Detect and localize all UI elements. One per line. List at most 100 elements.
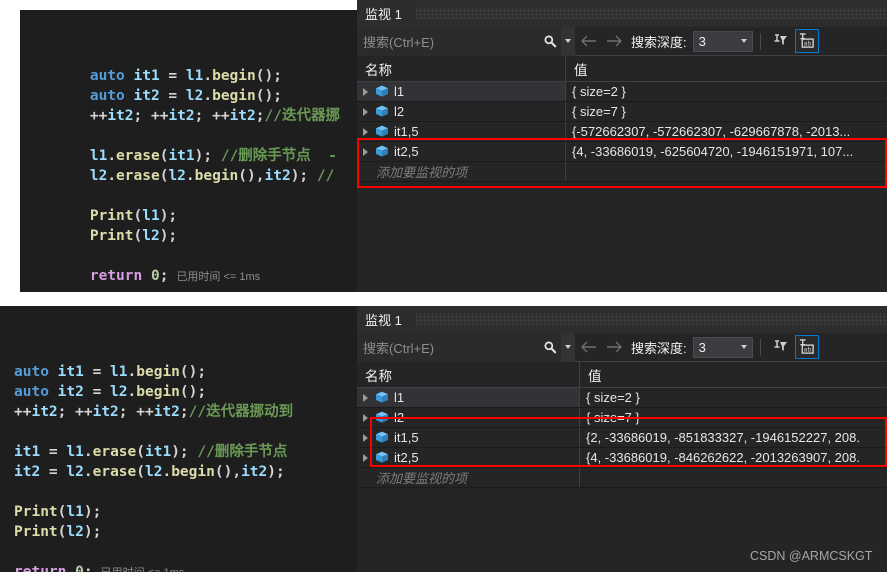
pin-filter-button[interactable] [768,335,792,359]
watch-row-name-cell[interactable]: it2,5 [357,448,580,467]
watch-row-name-cell[interactable]: it1,5 [357,122,566,141]
cube-icon [373,105,391,118]
code-token: ); [171,444,198,460]
code-token: ); [159,228,178,244]
code-token: 0 [75,564,84,572]
column-header-name[interactable]: 名称 [357,56,566,81]
search-next-button[interactable] [601,27,627,56]
table-row[interactable]: l2 { size=7 } [357,408,887,428]
code-editor-bottom[interactable]: auto it1 = l1.begin(); auto it2 = l2.begi… [0,306,357,572]
watch-add-row[interactable]: 添加要监视的项 [357,162,887,182]
watch-grid-rows-bottom: l1 { size=2 } l2 { size=7 } it1,5 {2, -336860… [357,388,887,468]
code-token: l2 [66,524,84,540]
search-icon[interactable] [539,27,561,56]
watch-variable-value[interactable]: { size=7 } [580,408,887,427]
code-token: it1 [145,444,172,460]
code-line: it2 = l2.erase(l2.begin(),it2); [14,462,357,482]
search-input[interactable]: 搜索(Ctrl+E) [357,338,539,357]
column-header-value[interactable]: 值 [566,56,887,81]
table-row[interactable]: l1 { size=2 } [357,388,887,408]
table-row[interactable]: it1,5 {-572662307, -572662307, -629667878… [357,122,887,142]
code-token: l1 [66,444,84,460]
chevron-right-icon[interactable] [357,413,373,422]
watch-variable-value[interactable]: { size=2 } [566,82,887,101]
hex-display-button[interactable]: ab [794,335,819,359]
watch-row-name-cell[interactable]: it1,5 [357,428,580,447]
search-icon[interactable] [539,333,561,362]
tab-watch-1[interactable]: 监视 1 [357,0,412,27]
code-lines-top: auto it1 = l1.begin(); auto it2 = l2.beg… [20,50,357,286]
table-row[interactable]: l1 { size=2 } [357,82,887,102]
watch-add-placeholder: 添加要监视的项 [376,471,468,486]
code-line: ++it2; ++it2; ++it2;//迭代器挪动到 [14,402,357,422]
code-editor-top[interactable]: auto it1 = l1.begin(); auto it2 = l2.beg… [20,10,357,292]
table-row[interactable]: it2,5 {4, -33686019, -625604720, -1946151… [357,142,887,162]
search-next-button[interactable] [601,333,627,362]
pin-filter-button[interactable] [768,29,792,53]
table-row[interactable]: l2 { size=7 } [357,102,887,122]
search-input-wrapper[interactable]: 搜索(Ctrl+E) [357,332,575,362]
code-token: l1 [142,208,160,224]
search-options-dropdown[interactable] [561,332,575,362]
watch-variable-name: it1,5 [394,430,419,445]
search-options-dropdown[interactable] [561,26,575,56]
watch-variable-name: l1 [394,84,405,99]
code-line: auto it2 = l2.begin(); [20,86,357,106]
search-prev-button[interactable] [575,333,601,362]
code-token: it2 [48,384,93,400]
watch-variable-value[interactable]: { size=2 } [580,388,887,407]
watch-variable-value[interactable]: { size=7 } [566,102,887,121]
column-header-name[interactable]: 名称 [357,362,580,387]
search-depth-select[interactable]: 3 [692,336,753,358]
chevron-right-icon[interactable] [357,87,373,96]
watch-variable-value[interactable]: {2, -33686019, -851833327, -1946152227, … [580,428,887,447]
search-depth-label: 搜索深度: [631,34,687,50]
watch-add-row[interactable]: 添加要监视的项 [357,468,887,488]
chevron-right-icon[interactable] [357,393,373,402]
tabstrip-drag-area[interactable] [415,7,887,19]
watch-row-name-cell[interactable]: l1 [357,82,566,101]
arrow-right-icon [606,35,622,47]
table-row[interactable]: it2,5 {4, -33686019, -846262622, -2013263… [357,448,887,468]
code-token: begin [136,384,180,400]
table-row[interactable]: it1,5 {2, -33686019, -851833327, -1946152… [357,428,887,448]
code-token: = [168,68,186,84]
search-depth-select[interactable]: 3 [692,30,753,52]
chevron-right-icon[interactable] [357,453,373,462]
chevron-down-icon [736,345,752,349]
watch-row-name-cell[interactable]: l2 [357,408,580,427]
lab-toggle-icon: ab [800,339,814,354]
magnifier-icon [543,34,556,48]
search-input-wrapper[interactable]: 搜索(Ctrl+E) [357,26,575,56]
tab-watch-1[interactable]: 监视 1 [357,306,412,333]
chevron-right-icon[interactable] [357,127,373,136]
code-token: ); [83,524,102,540]
watch-variable-name: it2,5 [394,144,419,159]
arrow-left-icon [580,341,596,353]
hex-display-button[interactable]: ab [794,29,819,53]
code-token: l2 [145,464,163,480]
search-prev-button[interactable] [575,27,601,56]
watch-row-name-cell[interactable]: l1 [357,388,580,407]
watch-row-name-cell[interactable]: l2 [357,102,566,121]
code-line: return 0;已用时间 <= 1ms [20,266,357,286]
code-token: l2 [66,464,84,480]
code-token: . [203,88,213,104]
tabstrip-drag-area[interactable] [415,313,887,325]
search-input[interactable]: 搜索(Ctrl+E) [357,32,539,51]
watch-variable-value[interactable]: {-572662307, -572662307, -629667878, -20… [566,122,887,141]
watch-row-name-cell[interactable]: it2,5 [357,142,566,161]
code-token: l2 [142,228,160,244]
chevron-right-icon[interactable] [357,433,373,442]
lab-toggle-icon: ab [800,33,814,48]
chevron-right-icon[interactable] [357,107,373,116]
watch-variable-value[interactable]: {4, -33686019, -846262622, -2013263907, … [580,448,887,467]
chevron-right-icon[interactable] [357,147,373,156]
watch-variable-value[interactable]: {4, -33686019, -625604720, -1946151971, … [566,142,887,161]
elapsed-time-annotation: 已用时间 <= 1ms [93,567,185,572]
column-header-value[interactable]: 值 [580,362,887,387]
